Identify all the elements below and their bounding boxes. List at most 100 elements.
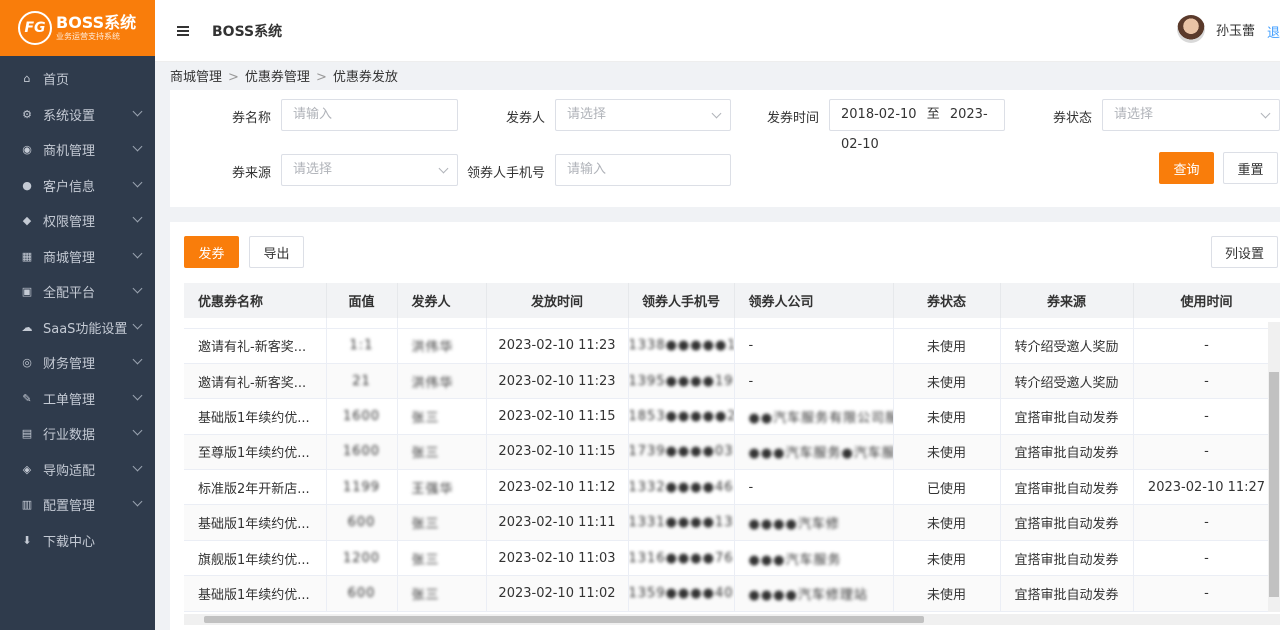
sidebar-item[interactable]: ◉ 商机管理 xyxy=(0,132,155,168)
cell-issuer: 张三 xyxy=(397,575,487,612)
user-icon: ● xyxy=(22,178,32,192)
cell-status: 未使用 xyxy=(893,363,1001,400)
cell-text: 600 xyxy=(347,585,376,601)
sidebar-item-label: 权限管理 xyxy=(43,215,96,231)
cell-text: - xyxy=(748,338,754,354)
cell-text: 2023-02-10 11:02 xyxy=(498,585,616,601)
cell-name: 旗舰版1年续约优... xyxy=(184,540,327,577)
sidebar-item[interactable]: ⚙ 系统设置 xyxy=(0,97,155,133)
sidebar-item[interactable]: ⬇ 下载中心 xyxy=(0,523,155,559)
table-row[interactable]: 基础版1年续约优... 600 张三 2023-02-10 11:02 1359●●●●… xyxy=(184,575,1280,612)
cell-text: - xyxy=(748,373,754,389)
table-row[interactable]: 邀请有礼-新客奖... 1:1 洪伟华 2023-02-10 11:23 1338●●●… xyxy=(184,328,1280,364)
column-header: 领券人手机号 xyxy=(628,283,735,318)
cell-text: - xyxy=(1204,585,1209,601)
cell-value: 21 xyxy=(326,363,398,400)
cell-text: 未使用 xyxy=(926,446,966,462)
horizontal-scrollbar-thumb[interactable] xyxy=(204,616,924,623)
cell-name: 邀请有礼-新客奖... xyxy=(184,328,327,364)
horizontal-scrollbar[interactable] xyxy=(184,614,1280,625)
cell-company: - xyxy=(734,328,894,364)
table-row[interactable]: 旗舰版1年续约优... 1200 张三 2023-02-10 11:03 1316●●●… xyxy=(184,540,1280,577)
cell-status: 未使用 xyxy=(893,398,1001,435)
sidebar-item[interactable]: ▤ 行业数据 xyxy=(0,416,155,452)
sidebar-item[interactable]: ☁ SaaS功能设置 xyxy=(0,310,155,346)
cell-company: - xyxy=(734,363,894,400)
cell-source: 转介绍受邀人奖励 xyxy=(1000,363,1134,400)
username[interactable]: 孙玉蕾 xyxy=(1216,20,1255,39)
config-icon: ▥ xyxy=(21,498,33,512)
vertical-scrollbar-thumb[interactable] xyxy=(1269,372,1279,597)
coupon-name-input[interactable]: 请输入 xyxy=(281,99,458,131)
cell-used: - xyxy=(1133,398,1280,435)
coupon-table-panel: 发券 导出 列设置 优惠券名称 面值 发券人 发放时间 领券人手机号 领券人公司… xyxy=(170,222,1280,630)
issuer-select[interactable]: 请选择 xyxy=(555,99,731,131)
issue-coupon-button[interactable]: 发券 xyxy=(184,236,239,268)
cell-text: 2023-02-10 11:03 xyxy=(498,550,616,566)
cell-source: 宜搭审批自动发券 xyxy=(1000,434,1134,471)
sidebar-item[interactable]: ◆ 权限管理 xyxy=(0,203,155,239)
cell-text: 2023-02-10 11:27 xyxy=(1147,479,1266,495)
cell-text: - xyxy=(1204,338,1209,354)
cell-status: 未使用 xyxy=(893,540,1001,577)
sidebar-item-label: 全配平台 xyxy=(43,286,96,302)
chevron-down-icon xyxy=(132,496,143,507)
source-select[interactable]: 请选择 xyxy=(281,154,458,186)
sidebar-item[interactable]: ✎ 工单管理 xyxy=(0,381,155,417)
sidebar-item[interactable]: ▥ 配置管理 xyxy=(0,487,155,523)
cell-text: 1:1 xyxy=(349,338,374,354)
cell-text: - xyxy=(1204,515,1209,531)
cell-status: 未使用 xyxy=(893,434,1001,471)
chevron-down-icon xyxy=(132,390,143,400)
sidebar-item[interactable]: ▣ 全配平台 xyxy=(0,274,155,310)
sidebar-item[interactable]: ▦ 商城管理 xyxy=(0,239,155,275)
cell-text: 未使用 xyxy=(926,410,966,426)
chevron-down-icon xyxy=(132,141,143,152)
logout-link[interactable]: 退 xyxy=(1267,22,1280,41)
logo[interactable]: FG BOSS系统 业务运营支持系统 xyxy=(0,0,155,56)
cell-text: 张三 xyxy=(411,517,440,533)
query-button[interactable]: 查询 xyxy=(1159,152,1214,184)
sidebar-item-label: 商城管理 xyxy=(43,250,96,266)
shield-icon: ◆ xyxy=(22,214,32,228)
cell-used: - xyxy=(1133,434,1280,471)
cell-name: 基础版1年续约优... xyxy=(184,575,327,612)
table-row[interactable]: 至尊版1年续约优... 1600 张三 2023-02-10 11:15 1739●●●… xyxy=(184,434,1280,471)
table-header-row: 优惠券名称 面值 发券人 发放时间 领券人手机号 领券人公司 券状态 券来源 使… xyxy=(184,283,1280,318)
bag-icon: ◉ xyxy=(22,143,32,157)
cell-text: 1853●●●●●2 xyxy=(628,408,734,424)
source-label: 券来源 xyxy=(231,166,271,181)
sidebar: FG BOSS系统 业务运营支持系统 ⌂ 首页 ⚙ 系统设置 ◉ 商机管理 ● 客户信息 ◆ 权限… xyxy=(0,0,155,630)
export-button[interactable]: 导出 xyxy=(249,236,304,268)
download-icon: ⬇ xyxy=(22,533,32,547)
cell-text: - xyxy=(1204,444,1209,460)
sidebar-item[interactable]: ⌂ 首页 xyxy=(0,61,155,97)
vertical-scrollbar[interactable] xyxy=(1268,322,1280,612)
column-header: 领券人公司 xyxy=(734,283,894,318)
sidebar-item-label: 工单管理 xyxy=(43,392,96,408)
cell-text: 未使用 xyxy=(926,587,966,603)
column-settings-button[interactable]: 列设置 xyxy=(1211,236,1278,268)
cell-time: 2023-02-10 11:23 xyxy=(486,328,629,364)
breadcrumb-item[interactable]: 商城管理 xyxy=(170,70,222,85)
table-row[interactable]: 基础版1年续约优... 1600 张三 2023-02-10 11:15 1853●●●… xyxy=(184,398,1280,435)
menu-toggle-icon[interactable] xyxy=(177,25,189,36)
user-menu[interactable]: 孙玉蕾 xyxy=(1176,15,1255,43)
breadcrumb-item[interactable]: 优惠券管理 xyxy=(245,70,310,85)
phone-input[interactable]: 请输入 xyxy=(555,154,731,186)
issue-time-range-picker[interactable]: 2018-02-10 至 2023-02-10 xyxy=(829,99,1005,152)
sidebar-item[interactable]: ◈ 导购适配 xyxy=(0,452,155,488)
cell-text: ●●●汽车服务●汽车服务... xyxy=(748,446,893,462)
table-row[interactable]: 邀请有礼-新客奖... 21 洪伟华 2023-02-10 11:23 1395●●●●… xyxy=(184,363,1280,400)
sidebar-item[interactable]: ● 客户信息 xyxy=(0,168,155,204)
sidebar-item-label: 配置管理 xyxy=(43,499,96,515)
cell-text: 宜搭审批自动发券 xyxy=(1014,587,1119,603)
sidebar-item[interactable]: ◎ 财务管理 xyxy=(0,345,155,381)
table-row[interactable]: 标准版2年开新店... 1199 王强华 2023-02-10 11:12 1332●●… xyxy=(184,469,1280,506)
reset-button[interactable]: 重置 xyxy=(1223,152,1278,184)
status-select[interactable]: 请选择 xyxy=(1102,99,1280,131)
cell-status: 未使用 xyxy=(893,575,1001,612)
store-icon: ▦ xyxy=(21,249,33,263)
avatar[interactable] xyxy=(1176,15,1205,43)
table-row[interactable]: 基础版1年续约优... 600 张三 2023-02-10 11:11 1331●●●●… xyxy=(184,504,1280,541)
